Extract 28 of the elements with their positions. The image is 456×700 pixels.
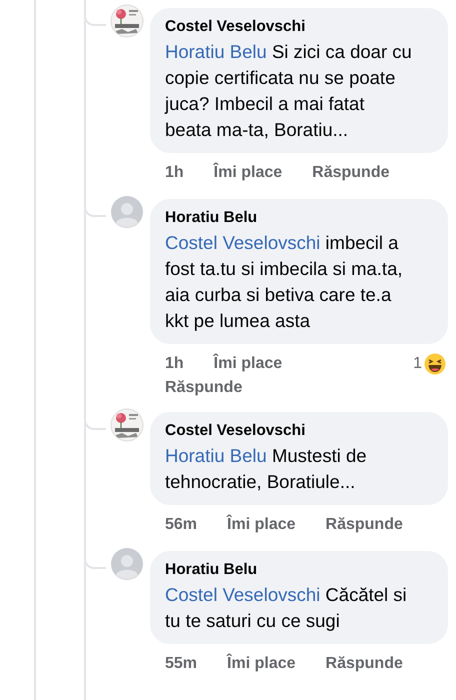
reply-link[interactable]: Răspunde [165,379,242,397]
author-name[interactable]: Costel Veselovschi [165,17,414,37]
avatar-icon [110,195,144,229]
author-name[interactable]: Horatiu Belu [165,208,414,228]
timestamp: 55m [165,655,198,673]
comment-text: Costel Veselovschi Căcătel si tu te saturi cu ce sugi [165,583,408,633]
timestamp: 1h [165,164,184,182]
reaction-count: 1 [413,355,422,373]
like-link[interactable]: Îmi place [214,355,282,373]
laughing-emoji-icon [424,353,446,375]
mention-link[interactable]: Horatiu Belu [165,41,267,62]
like-link[interactable]: Îmi place [214,164,282,182]
timestamp: 56m [165,516,198,534]
mention-link[interactable]: Horatiu Belu [165,445,267,466]
reply-link[interactable]: Răspunde [312,164,390,182]
comment-text: Costel Veselovschi imbecil a fost ta.tu si imbecila si ma.ta, aia curba si betiva care te.a kkt pe lumea asta [165,231,404,333]
timestamp: 1h [165,355,184,373]
reply-link[interactable]: Răspunde [326,516,403,534]
comment-text: Horatiu Belu Si zici ca doar cu copie certificata nu se poate juca? Imbecil a mai fatat beata ma-ta, Boratiu... [165,40,413,142]
comment-text: Horatiu Belu Mustesti de tehnocratie, Boratiule... [165,444,368,494]
avatar-icon [110,547,144,581]
author-name[interactable]: Costel Veselovschi [165,421,414,441]
like-link[interactable]: Îmi place [227,655,296,673]
mention-link[interactable]: Costel Veselovschi [165,584,320,605]
author-name[interactable]: Horatiu Belu [165,560,414,580]
like-link[interactable]: Îmi place [227,516,296,534]
reply-link[interactable]: Răspunde [326,655,403,673]
mention-link[interactable]: Costel Veselovschi [165,232,320,253]
